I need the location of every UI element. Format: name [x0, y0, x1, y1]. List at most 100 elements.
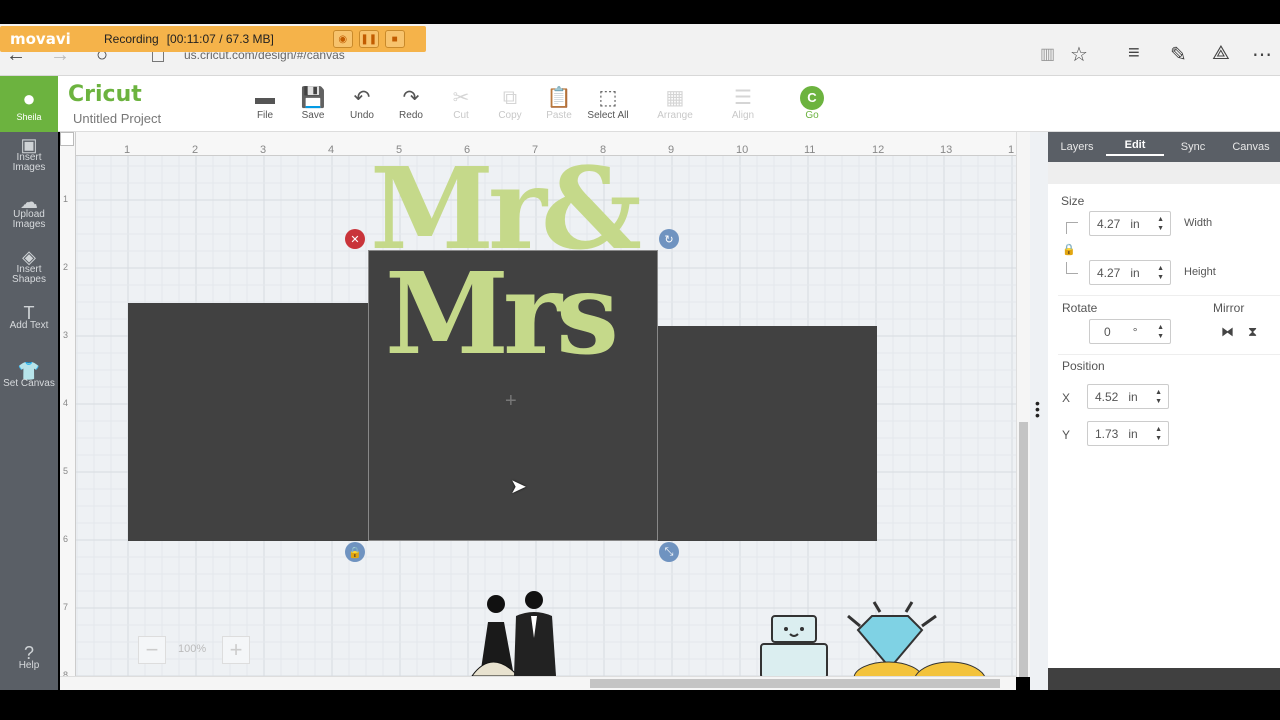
toolbar-arrange-button[interactable]: ▦ Arrange	[650, 86, 700, 121]
rotate-handle-icon[interactable]: ↻	[659, 229, 679, 249]
toolbar-undo-button[interactable]: ↶ Undo	[337, 86, 387, 121]
share-icon[interactable]: ⟁	[1212, 42, 1230, 65]
sidebar-item-add-text[interactable]: T Add Text	[0, 304, 58, 331]
sidebar-label: Set Canvas	[3, 378, 55, 389]
toolbar-label: File	[256, 110, 274, 121]
toolbar-file-button[interactable]: ▬ File	[240, 86, 290, 121]
width-value: 4.27	[1097, 216, 1121, 231]
arrange-icon: ▦	[665, 87, 685, 109]
rotate-label: Rotate	[1062, 301, 1098, 315]
shapes-icon: ◈	[22, 247, 36, 267]
mirror-horizontal-icon[interactable]: ⧓	[1221, 324, 1234, 340]
toolbar-cut-button[interactable]: ✂ Cut	[436, 86, 486, 121]
toolbar-copy-button[interactable]: ⧉ Copy	[485, 86, 535, 121]
width-spinner-icon[interactable]: ▲ ▼	[1157, 215, 1164, 233]
diamond-ring-image[interactable]	[838, 598, 998, 678]
ruler-top-number: 12	[872, 144, 885, 156]
position-label: Position	[1062, 359, 1105, 373]
resize-handle-icon[interactable]: ⤡	[659, 542, 679, 562]
ruler-top-number: 1	[124, 144, 131, 156]
project-title[interactable]: Untitled Project	[73, 111, 161, 126]
y-position-input[interactable]: 1.73 in ▲ ▼	[1087, 421, 1169, 446]
delete-handle-icon[interactable]: ✕	[345, 229, 365, 249]
tab-edit[interactable]: Edit	[1106, 139, 1164, 156]
y-unit: in	[1128, 426, 1138, 441]
ruler-corner	[60, 132, 74, 146]
reading-view-icon[interactable]: ▥	[1040, 44, 1055, 64]
pause-icon[interactable]: ❚❚	[358, 30, 379, 48]
height-input[interactable]: 4.27 in ▲ ▼	[1089, 260, 1171, 285]
hub-icon[interactable]: ≡	[1128, 42, 1140, 65]
toolbar-align-button[interactable]: ☰ Align	[718, 86, 768, 121]
panel-tabs: Layers Edit Sync Canvas	[1048, 132, 1280, 162]
toolbar-save-button[interactable]: 💾 Save	[288, 86, 338, 121]
divider	[1058, 295, 1280, 296]
toolbar-label: Go	[805, 110, 819, 121]
sidebar-item-upload-images[interactable]: ☁ Upload Images	[0, 193, 58, 230]
ruler-left-number: 5	[63, 466, 69, 476]
vertical-scrollbar[interactable]	[1016, 132, 1030, 677]
mirror-vertical-icon[interactable]: ⧗	[1248, 324, 1257, 340]
toolbar-label: Copy	[498, 110, 522, 121]
vertical-scroll-thumb[interactable]	[1019, 422, 1028, 677]
profile-button[interactable]: ● Sheila	[0, 76, 58, 132]
lock-ratio-icon[interactable]: 🔒	[1062, 243, 1076, 256]
mrs-text-line[interactable]: Mrs	[385, 255, 675, 375]
height-value: 4.27	[1097, 265, 1121, 280]
toolbar-label: Arrange	[657, 110, 693, 121]
zoom-out-button[interactable]: −	[138, 636, 166, 664]
ruler-top-number: 2	[192, 144, 199, 156]
rotate-input[interactable]: 0 ° ▲ ▼	[1089, 319, 1171, 344]
horizontal-scroll-thumb[interactable]	[590, 679, 1000, 688]
camera-icon[interactable]: ◉	[332, 30, 353, 48]
ruler-left-number: 6	[63, 534, 69, 544]
more-icon[interactable]: ⋯	[1252, 42, 1272, 67]
toolbar-redo-button[interactable]: ↷ Redo	[386, 86, 436, 121]
toolbar-select-all-button[interactable]: ⬚ Select All	[583, 86, 633, 121]
go-icon: C	[800, 86, 824, 110]
y-spinner-icon[interactable]: ▲ ▼	[1155, 425, 1162, 443]
height-spinner-icon[interactable]: ▲ ▼	[1157, 264, 1164, 282]
help-button[interactable]: ? Help	[0, 644, 58, 671]
help-label: Help	[18, 660, 40, 671]
recording-info: [00:11:07 / 67.3 MB]	[166, 32, 274, 46]
tab-canvas[interactable]: Canvas	[1222, 141, 1280, 153]
divider	[1058, 354, 1280, 355]
right-panel-shape[interactable]	[658, 326, 877, 541]
left-panel-shape[interactable]	[128, 303, 368, 541]
ruler-top-number: 3	[260, 144, 267, 156]
zoom-level: 100%	[178, 643, 207, 655]
undo-icon: ↶	[353, 87, 371, 109]
sidebar-item-set-canvas[interactable]: 👕 Set Canvas	[0, 362, 58, 389]
toolbar-paste-button[interactable]: 📋 Paste	[534, 86, 584, 121]
panel-resize-grip-icon[interactable]: • • •	[1035, 396, 1040, 422]
x-position-input[interactable]: 4.52 in ▲ ▼	[1087, 384, 1169, 409]
sidebar-item-insert-shapes[interactable]: ◈ Insert Shapes	[0, 247, 58, 285]
cut-icon: ✂	[452, 87, 470, 109]
toolbar-go-button[interactable]: C Go	[787, 86, 837, 121]
tab-sync[interactable]: Sync	[1164, 141, 1222, 153]
sidebar-item-insert-images[interactable]: ▣ Insert Images	[0, 136, 58, 173]
ruler-top-number: 9	[668, 144, 675, 156]
lock-handle-icon[interactable]: 🔒	[345, 542, 365, 562]
web-note-icon[interactable]: ✎	[1170, 42, 1187, 67]
width-input[interactable]: 4.27 in ▲ ▼	[1089, 211, 1171, 236]
horizontal-scrollbar[interactable]	[60, 676, 1016, 690]
x-spinner-icon[interactable]: ▲ ▼	[1155, 388, 1162, 406]
size-link-bracket-top	[1066, 222, 1078, 234]
bride-groom-image[interactable]	[462, 588, 562, 678]
rotate-spinner-icon[interactable]: ▲ ▼	[1157, 323, 1164, 341]
redo-icon: ↷	[402, 87, 420, 109]
zoom-in-button[interactable]: +	[222, 636, 250, 664]
favorite-star-icon[interactable]: ☆	[1070, 42, 1088, 67]
align-icon: ☰	[734, 87, 752, 109]
stop-icon[interactable]: ■	[384, 30, 405, 48]
center-crosshair-icon: +	[505, 390, 517, 412]
sidebar-label: Images	[12, 162, 46, 173]
width-unit: in	[1130, 216, 1140, 231]
wedding-cake-image[interactable]	[758, 612, 830, 678]
tab-layers[interactable]: Layers	[1048, 141, 1106, 153]
toolbar-label: Undo	[350, 110, 374, 121]
ruler-left-number: 2	[63, 262, 69, 272]
panel-subbar	[1048, 162, 1280, 184]
